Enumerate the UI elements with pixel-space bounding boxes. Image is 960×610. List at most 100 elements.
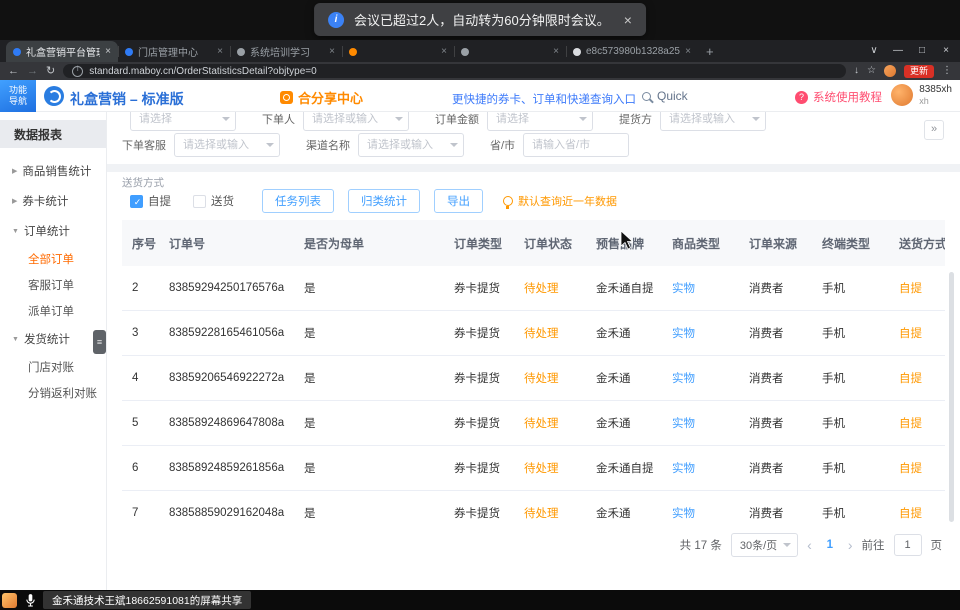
table-row[interactable]: 583858924869647808a是券卡提货待处理金禾通实物消费者手机自提 xyxy=(122,401,945,446)
table-cell: 消费者 xyxy=(739,415,812,431)
quick-entry-link[interactable]: 更快捷的券卡、订单和快递查询入口 xyxy=(452,91,636,107)
filter-label: 下单人 xyxy=(262,112,295,127)
bookmark-star-icon[interactable]: ☆ xyxy=(867,62,876,80)
filter-input[interactable] xyxy=(660,112,766,131)
browser-tab[interactable]: 礼盒营销平台管理中心 xyxy=(6,41,118,62)
browser-tab[interactable]: 系统培训学习 xyxy=(230,41,342,62)
back-button[interactable]: ← xyxy=(8,62,19,80)
sidebar-item[interactable]: ▼订单统计 xyxy=(0,216,106,246)
delivery-checkbox[interactable]: 自提 xyxy=(130,193,171,209)
table-scrollbar[interactable] xyxy=(949,272,954,522)
reload-button[interactable]: ↻ xyxy=(46,62,55,80)
page-size-value: 30条/页 xyxy=(740,537,777,553)
table-cell: 消费者 xyxy=(739,505,812,521)
table-cell[interactable]: 实物 xyxy=(662,415,739,431)
sidebar-collapse-handle[interactable]: ≡ xyxy=(93,330,106,354)
action-button[interactable]: 导出 xyxy=(434,189,483,213)
address-bar[interactable]: standard.maboy.cn/OrderStatisticsDetail?… xyxy=(63,64,846,78)
function-nav-line1: 功能 xyxy=(9,85,27,96)
table-row[interactable]: 483859206546922272a是券卡提货待处理金禾通实物消费者手机自提 xyxy=(122,356,945,401)
toast-close-icon[interactable]: × xyxy=(624,12,632,28)
filter-input[interactable] xyxy=(174,133,280,157)
sidebar-item[interactable]: 全部订单 xyxy=(0,246,106,272)
tab-search-icon[interactable]: ∨ xyxy=(862,40,886,62)
kebab-menu-icon[interactable]: ⋮ xyxy=(942,62,952,80)
quick-search[interactable]: Quick xyxy=(642,89,688,103)
sidebar-item[interactable]: 客服订单 xyxy=(0,272,106,298)
current-page[interactable]: 1 xyxy=(821,539,839,551)
next-page-button[interactable]: › xyxy=(848,537,853,553)
forward-button[interactable]: → xyxy=(27,62,38,80)
delivery-checkbox[interactable]: 送货 xyxy=(193,193,234,209)
browser-update-button[interactable]: 更新 xyxy=(904,65,934,78)
filter-collapse-button[interactable]: » xyxy=(924,120,944,140)
filter-input[interactable] xyxy=(358,133,464,157)
filter-input-wrap xyxy=(523,133,629,157)
tab-close-icon[interactable] xyxy=(553,46,559,57)
filter-label: 订单金额 xyxy=(435,112,479,127)
browser-tab[interactable]: 门店管理中心 xyxy=(118,41,230,62)
filter-field: 提货方 xyxy=(619,112,766,131)
toast-text: 会议已超过2人，自动转为60分钟限时会议。 xyxy=(354,10,610,29)
sidebar-item[interactable]: 派单订单 xyxy=(0,298,106,324)
tab-close-icon[interactable] xyxy=(685,46,691,57)
table-cell[interactable]: 实物 xyxy=(662,325,739,341)
table-cell[interactable]: 实物 xyxy=(662,505,739,521)
browser-tab[interactable] xyxy=(342,41,454,62)
table-cell: 券卡提货 xyxy=(444,370,514,386)
sidebar-item[interactable]: 分销返利对账 xyxy=(0,380,106,406)
share-center-icon xyxy=(280,91,293,104)
download-icon[interactable]: ↓ xyxy=(854,62,859,80)
table-cell[interactable]: 实物 xyxy=(662,280,739,296)
table-cell: 自提 xyxy=(889,460,945,476)
table-cell: 待处理 xyxy=(514,505,586,521)
action-button[interactable]: 任务列表 xyxy=(262,189,334,213)
filter-input[interactable] xyxy=(487,112,593,131)
action-button[interactable]: 归类统计 xyxy=(348,189,420,213)
brand-logo-icon xyxy=(44,86,64,106)
filter-input[interactable] xyxy=(523,133,629,157)
tab-close-icon[interactable] xyxy=(105,46,111,57)
table-row[interactable]: 683858924859261856a是券卡提货待处理金禾通自提实物消费者手机自… xyxy=(122,446,945,491)
table-cell[interactable]: 实物 xyxy=(662,460,739,476)
close-button[interactable]: × xyxy=(934,40,958,62)
chevron-icon: ▶ xyxy=(12,197,17,205)
microphone-icon[interactable] xyxy=(25,593,36,608)
share-center-link[interactable]: 合分享中心 xyxy=(280,88,363,107)
filter-field: 省/市 xyxy=(490,133,629,157)
sidebar-item[interactable]: ▼发货统计 xyxy=(0,324,106,354)
checkbox-icon xyxy=(193,195,206,208)
table-row[interactable]: 783858859029162048a是券卡提货待处理金禾通实物消费者手机自提 xyxy=(122,491,945,524)
maximize-button[interactable]: □ xyxy=(910,40,934,62)
sidebar-item[interactable]: 门店对账 xyxy=(0,354,106,380)
table-cell[interactable]: 实物 xyxy=(662,370,739,386)
browser-tab[interactable] xyxy=(454,41,566,62)
browser-tab[interactable]: e8c573980b1328a258fd2e6ll xyxy=(566,41,698,62)
user-menu[interactable]: 8385xh xh xyxy=(891,84,952,106)
sidebar-item[interactable]: ▶券卡统计 xyxy=(0,186,106,216)
function-nav-button[interactable]: 功能 导航 xyxy=(0,80,36,112)
tab-close-icon[interactable] xyxy=(329,46,335,57)
prev-page-button[interactable]: ‹ xyxy=(807,537,812,553)
new-tab-button[interactable]: + xyxy=(706,44,714,59)
minimize-button[interactable]: — xyxy=(886,40,910,62)
table-cell: 金禾通 xyxy=(586,505,662,521)
tab-close-icon[interactable] xyxy=(441,46,447,57)
user-avatar xyxy=(891,84,913,106)
chevron-icon: ▼ xyxy=(12,336,19,343)
filter-input[interactable] xyxy=(130,112,236,131)
site-info-icon[interactable] xyxy=(72,66,83,77)
table-cell: 券卡提货 xyxy=(444,325,514,341)
page-size-select[interactable]: 30条/页 xyxy=(731,533,798,557)
table-body: 283859294250176576a是券卡提货待处理金禾通自提实物消费者手机自… xyxy=(122,266,945,524)
table-cell: 6 xyxy=(122,462,159,474)
goto-page-input[interactable] xyxy=(894,534,922,556)
sidebar-item[interactable]: ▶商品销售统计 xyxy=(0,156,106,186)
browser-profile-avatar[interactable] xyxy=(884,65,896,77)
filter-input[interactable] xyxy=(303,112,409,131)
table-row[interactable]: 383859228165461056a是券卡提货待处理金禾通实物消费者手机自提 xyxy=(122,311,945,356)
tab-close-icon[interactable] xyxy=(217,46,223,57)
help-tutorial-link[interactable]: 系统使用教程 xyxy=(795,89,882,105)
table-cell: 83858924859261856a xyxy=(159,462,294,474)
table-row[interactable]: 283859294250176576a是券卡提货待处理金禾通自提实物消费者手机自… xyxy=(122,266,945,311)
